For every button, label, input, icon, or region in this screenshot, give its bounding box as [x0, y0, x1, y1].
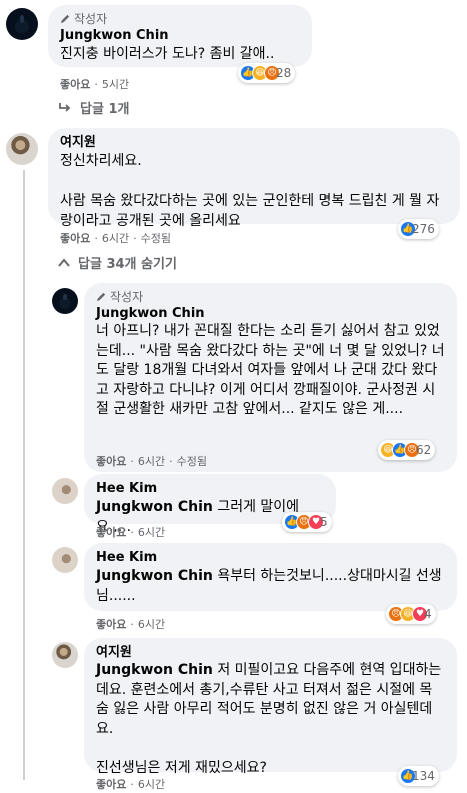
- reaction-summary[interactable]: 👍 134: [398, 766, 439, 786]
- comment-text: 정신차리세요. 사람 목숨 왔다갔다하는 곳에 있는 군인한테 명복 드립친 게…: [60, 153, 440, 229]
- commenter-name[interactable]: 여지원: [96, 645, 445, 661]
- comment-bubble: 작성자 Jungkwon Chin 진지충 바이러스가 도나? 좀비 갈애..: [48, 5, 312, 67]
- reply-actions: 좋아요 · 6시간: [96, 526, 166, 539]
- reply-actions: 좋아요 · 6시간: [96, 618, 166, 631]
- commenter-name[interactable]: 여지원: [60, 135, 448, 151]
- mention-link[interactable]: Jungkwon Chin: [96, 568, 213, 584]
- comment-actions: 좋아요 · 6시간 · 수정됨: [60, 232, 171, 245]
- like-button[interactable]: 좋아요: [60, 78, 90, 91]
- reply-actions: 좋아요 · 6시간 · 수정됨: [96, 455, 207, 468]
- reaction-count: 276: [412, 222, 435, 236]
- avatar[interactable]: [6, 8, 38, 40]
- avatar[interactable]: [52, 478, 78, 504]
- like-button[interactable]: 좋아요: [96, 618, 126, 631]
- chevron-up-icon: [58, 257, 70, 267]
- commenter-name[interactable]: Hee Kim: [96, 481, 324, 497]
- comment-time[interactable]: 6시간: [102, 232, 129, 245]
- comment-actions: 좋아요 · 5시간: [60, 78, 130, 91]
- reaction-summary[interactable]: 👍 276: [398, 219, 439, 239]
- reply-text: Jungkwon Chin 저 미필이고요 다음주에 현역 입대하는데요. 훈련…: [96, 662, 442, 776]
- reaction-count: 5: [320, 515, 328, 529]
- hide-replies-button[interactable]: 답글 34개 숨기기: [58, 253, 177, 272]
- reply-time[interactable]: 6시간: [138, 526, 165, 539]
- like-button[interactable]: 좋아요: [96, 455, 126, 468]
- avatar[interactable]: [52, 288, 78, 314]
- view-replies-button[interactable]: 답글 1개: [58, 98, 129, 117]
- reply-bubble: 여지원 Jungkwon Chin 저 미필이고요 다음주에 현역 입대하는데요…: [84, 638, 457, 776]
- reaction-count: 134: [412, 769, 435, 783]
- commenter-name[interactable]: Jungkwon Chin: [60, 28, 300, 44]
- author-badge-icon: [96, 292, 106, 302]
- commenter-name[interactable]: Hee Kim: [96, 550, 445, 566]
- avatar[interactable]: [52, 547, 78, 573]
- like-button[interactable]: 좋아요: [60, 232, 90, 245]
- like-button[interactable]: 좋아요: [96, 526, 126, 539]
- author-badge: 작성자: [96, 290, 445, 304]
- commenter-name[interactable]: Jungkwon Chin: [96, 306, 445, 322]
- comment-time[interactable]: 5시간: [102, 78, 129, 91]
- mention-link[interactable]: Jungkwon Chin: [96, 662, 213, 678]
- reply-bubble: Hee Kim Jungkwon Chin 욕부터 하는것보니.....상대마시…: [84, 543, 457, 611]
- mention-link[interactable]: Jungkwon Chin: [96, 499, 213, 515]
- reply-text: Jungkwon Chin 욕부터 하는것보니.....상대마시길 선생님...…: [96, 568, 442, 604]
- reaction-summary[interactable]: 👍 😠 ♥ 5: [282, 512, 332, 532]
- author-badge: 작성자: [60, 12, 300, 26]
- reaction-count: 4: [424, 607, 432, 621]
- comment-bubble: 여지원 정신차리세요. 사람 목숨 왔다갔다하는 곳에 있는 군인한테 명복 드…: [48, 128, 460, 229]
- author-badge-icon: [60, 14, 70, 24]
- comment-text: 진지충 바이러스가 도나? 좀비 갈애..: [60, 46, 275, 62]
- reaction-count: 28: [276, 66, 292, 80]
- reaction-summary[interactable]: 👍 😆 😠 28: [238, 63, 296, 83]
- reaction-summary[interactable]: 😆 👍 😠 62: [378, 440, 436, 460]
- like-button[interactable]: 좋아요: [96, 778, 126, 791]
- thread-line: [23, 170, 25, 780]
- reply-time[interactable]: 6시간: [138, 455, 165, 468]
- edited-label[interactable]: 수정됨: [177, 455, 207, 468]
- reaction-summary[interactable]: 😠 😆 ♥ 4: [386, 604, 436, 624]
- reaction-count: 62: [416, 443, 432, 457]
- reply-time[interactable]: 6시간: [138, 618, 165, 631]
- avatar[interactable]: [6, 133, 38, 165]
- reply-text: 너 아프니? 내가 꼰대질 한다는 소리 듣기 싫어서 참고 있었는데... "…: [96, 323, 445, 417]
- reply-actions: 좋아요 · 6시간: [96, 778, 166, 791]
- reply-arrow-icon: [59, 102, 71, 112]
- avatar[interactable]: [52, 642, 78, 668]
- edited-label[interactable]: 수정됨: [141, 232, 171, 245]
- reply-time[interactable]: 6시간: [138, 778, 165, 791]
